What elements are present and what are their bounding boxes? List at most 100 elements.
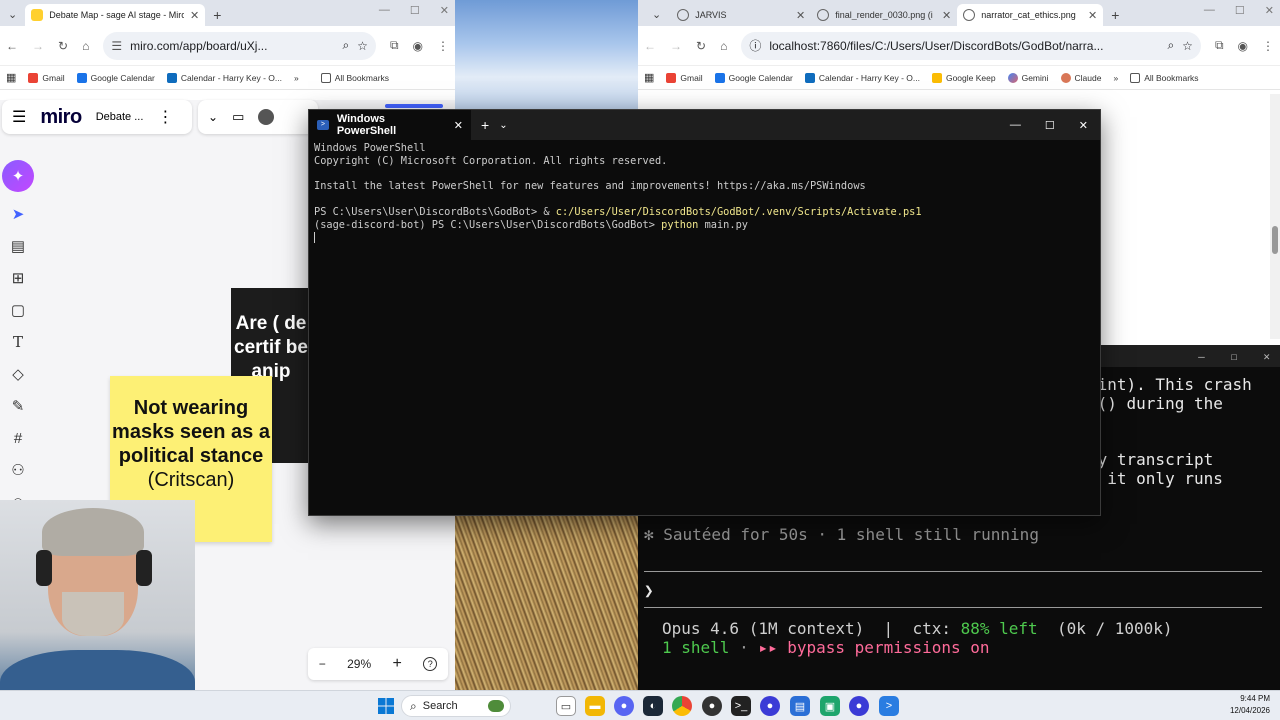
bypass-permissions-indicator[interactable]: ▸▸ bypass permissions on [758, 638, 989, 657]
close-window-icon[interactable]: ✕ [440, 4, 449, 17]
ai-sparkle-icon[interactable]: ✦ [2, 160, 34, 192]
app-icon[interactable]: ● [702, 696, 722, 716]
collapse-icon[interactable]: ⌄ [208, 110, 218, 124]
maximize-icon[interactable]: ☐ [410, 4, 420, 17]
reload-icon[interactable]: ↻ [58, 39, 68, 53]
file-explorer-icon[interactable]: ▬ [585, 696, 605, 716]
connect-icon[interactable]: ⚇ [7, 460, 29, 480]
select-cursor-icon[interactable]: ➤ [7, 204, 29, 224]
profile-icon[interactable]: ◉ [1238, 39, 1248, 53]
bookmark-google-calendar[interactable]: Google Calendar [76, 72, 155, 83]
input-prompt[interactable]: ❯ [644, 581, 654, 600]
bookmark-outlook-calendar[interactable]: Calendar - Harry Key - O... [166, 72, 282, 83]
taskbar-search[interactable]: ⌕ Search [401, 695, 511, 717]
powershell-taskbar-icon[interactable]: > [879, 696, 899, 716]
board-name[interactable]: Debate ... [96, 111, 144, 123]
tab-narrator-cat[interactable]: narrator_cat_ethics.png ✕ [957, 4, 1104, 26]
bookmark-all[interactable]: All Bookmarks [1130, 72, 1199, 83]
new-tab-icon[interactable]: + [205, 7, 229, 26]
more-bookmarks-icon[interactable]: » [1113, 73, 1118, 83]
bookmark-outlook-calendar[interactable]: Calendar - Harry Key - O... [804, 72, 920, 83]
url-field[interactable]: ☰ miro.com/app/board/uXj... ⌕ ☆ [103, 31, 376, 60]
new-tab-icon[interactable]: + [1103, 7, 1127, 26]
bookmark-star-icon[interactable]: ☆ [357, 39, 368, 53]
zoom-icon[interactable]: ⌕ [1167, 38, 1174, 53]
help-button[interactable]: ? [423, 657, 438, 671]
system-clock[interactable]: 9:44 PM 12/04/2026 [1230, 693, 1270, 717]
zoom-level[interactable]: 29% [347, 657, 371, 671]
extensions-icon[interactable]: ⧉ [1215, 38, 1224, 53]
extensions-icon[interactable]: ⧉ [390, 38, 399, 53]
tab-final-render[interactable]: final_render_0030.png (i ✕ [811, 4, 957, 26]
apps-icon[interactable]: ▦ [644, 71, 654, 84]
discord-icon[interactable]: ● [614, 696, 634, 716]
templates-icon[interactable]: ▤ [7, 236, 29, 256]
powershell-output[interactable]: Windows PowerShell Copyright (C) Microsof… [309, 140, 1100, 246]
shapes-icon[interactable]: ◇ [7, 364, 29, 384]
bookmark-all[interactable]: All Bookmarks [320, 72, 389, 83]
app-circle-2-icon[interactable]: ● [849, 696, 869, 716]
close-tab-icon[interactable]: ✕ [1088, 9, 1097, 22]
maximize-icon[interactable]: ☐ [1235, 4, 1245, 17]
url-field-right[interactable]: ⓘ localhost:7860/files/C:/Users/User/Dis… [741, 31, 1201, 60]
bookmark-star-icon[interactable]: ☆ [1182, 39, 1193, 53]
close-window-icon[interactable]: ✕ [1263, 350, 1270, 363]
video-icon[interactable]: ▭ [232, 109, 244, 125]
page-scrollbar[interactable] [1270, 94, 1280, 339]
share-button[interactable] [385, 104, 443, 108]
board-options-icon[interactable]: ⋮ [157, 107, 173, 127]
minimize-icon[interactable]: — [1204, 4, 1215, 17]
task-view-icon[interactable]: ▭ [556, 696, 576, 716]
tab-search-icon[interactable]: ⌄ [4, 8, 25, 26]
more-bookmarks-icon[interactable]: » [294, 73, 299, 83]
close-tab-icon[interactable]: ✕ [454, 119, 463, 132]
profile-icon[interactable]: ◉ [413, 39, 423, 53]
back-icon[interactable]: ← [6, 39, 18, 53]
zoom-icon[interactable]: ⌕ [342, 38, 349, 53]
reload-icon[interactable]: ↻ [696, 39, 706, 53]
frame-layout-icon[interactable]: ⊞ [7, 268, 29, 288]
sticky-note-icon[interactable]: ▢ [7, 300, 29, 320]
scrollbar-thumb[interactable] [1272, 226, 1278, 254]
maximize-icon[interactable]: ☐ [1045, 119, 1055, 132]
close-window-icon[interactable]: ✕ [1079, 119, 1088, 132]
hamburger-icon[interactable]: ☰ [12, 107, 26, 127]
tab-jarvis[interactable]: JARVIS ✕ [671, 4, 811, 26]
shell-count[interactable]: 1 shell [662, 638, 729, 657]
apps-icon[interactable]: ▦ [6, 71, 16, 84]
zoom-out-button[interactable]: − [319, 657, 326, 671]
steam-icon[interactable]: ◐ [643, 696, 663, 716]
frame-icon[interactable]: # [7, 428, 29, 448]
tab-miro[interactable]: Debate Map - sage AI stage - Miro ✕ [25, 4, 206, 26]
minimize-icon[interactable]: — [1198, 350, 1205, 363]
site-info-icon[interactable]: ⓘ [749, 37, 761, 54]
menu-icon[interactable]: ⋮ [437, 39, 449, 53]
bookmark-claude[interactable]: Claude [1060, 72, 1101, 83]
text-icon[interactable]: T [7, 332, 29, 352]
bookmark-gmail[interactable]: Gmail [28, 72, 65, 83]
notes-icon[interactable]: ▤ [790, 696, 810, 716]
zoom-in-button[interactable]: + [393, 655, 402, 673]
bookmark-gmail[interactable]: Gmail [666, 72, 703, 83]
green-app-icon[interactable]: ▣ [820, 696, 840, 716]
home-icon[interactable]: ⌂ [82, 39, 89, 53]
bookmark-google-calendar[interactable]: Google Calendar [714, 72, 793, 83]
close-window-icon[interactable]: ✕ [1265, 4, 1274, 17]
close-tab-icon[interactable]: ✕ [796, 9, 805, 22]
minimize-icon[interactable]: — [379, 4, 390, 17]
app-circle-icon[interactable]: ● [760, 696, 780, 716]
start-button[interactable] [376, 696, 396, 716]
close-tab-icon[interactable]: ✕ [942, 9, 951, 22]
tab-search-icon-right[interactable]: ⌄ [642, 8, 671, 26]
maximize-icon[interactable]: ☐ [1231, 350, 1238, 363]
new-tab-icon[interactable]: + [471, 117, 499, 133]
tab-dropdown-icon[interactable]: ⌄ [499, 120, 507, 131]
terminal-icon[interactable]: >_ [731, 696, 751, 716]
site-info-icon[interactable]: ☰ [111, 39, 122, 53]
chrome-icon[interactable] [672, 696, 692, 716]
menu-icon[interactable]: ⋮ [1262, 39, 1274, 53]
forward-icon[interactable]: → [32, 39, 44, 53]
close-tab-icon[interactable]: ✕ [190, 9, 199, 22]
bookmark-gemini[interactable]: Gemini [1007, 72, 1049, 83]
minimize-icon[interactable]: — [1010, 119, 1021, 132]
